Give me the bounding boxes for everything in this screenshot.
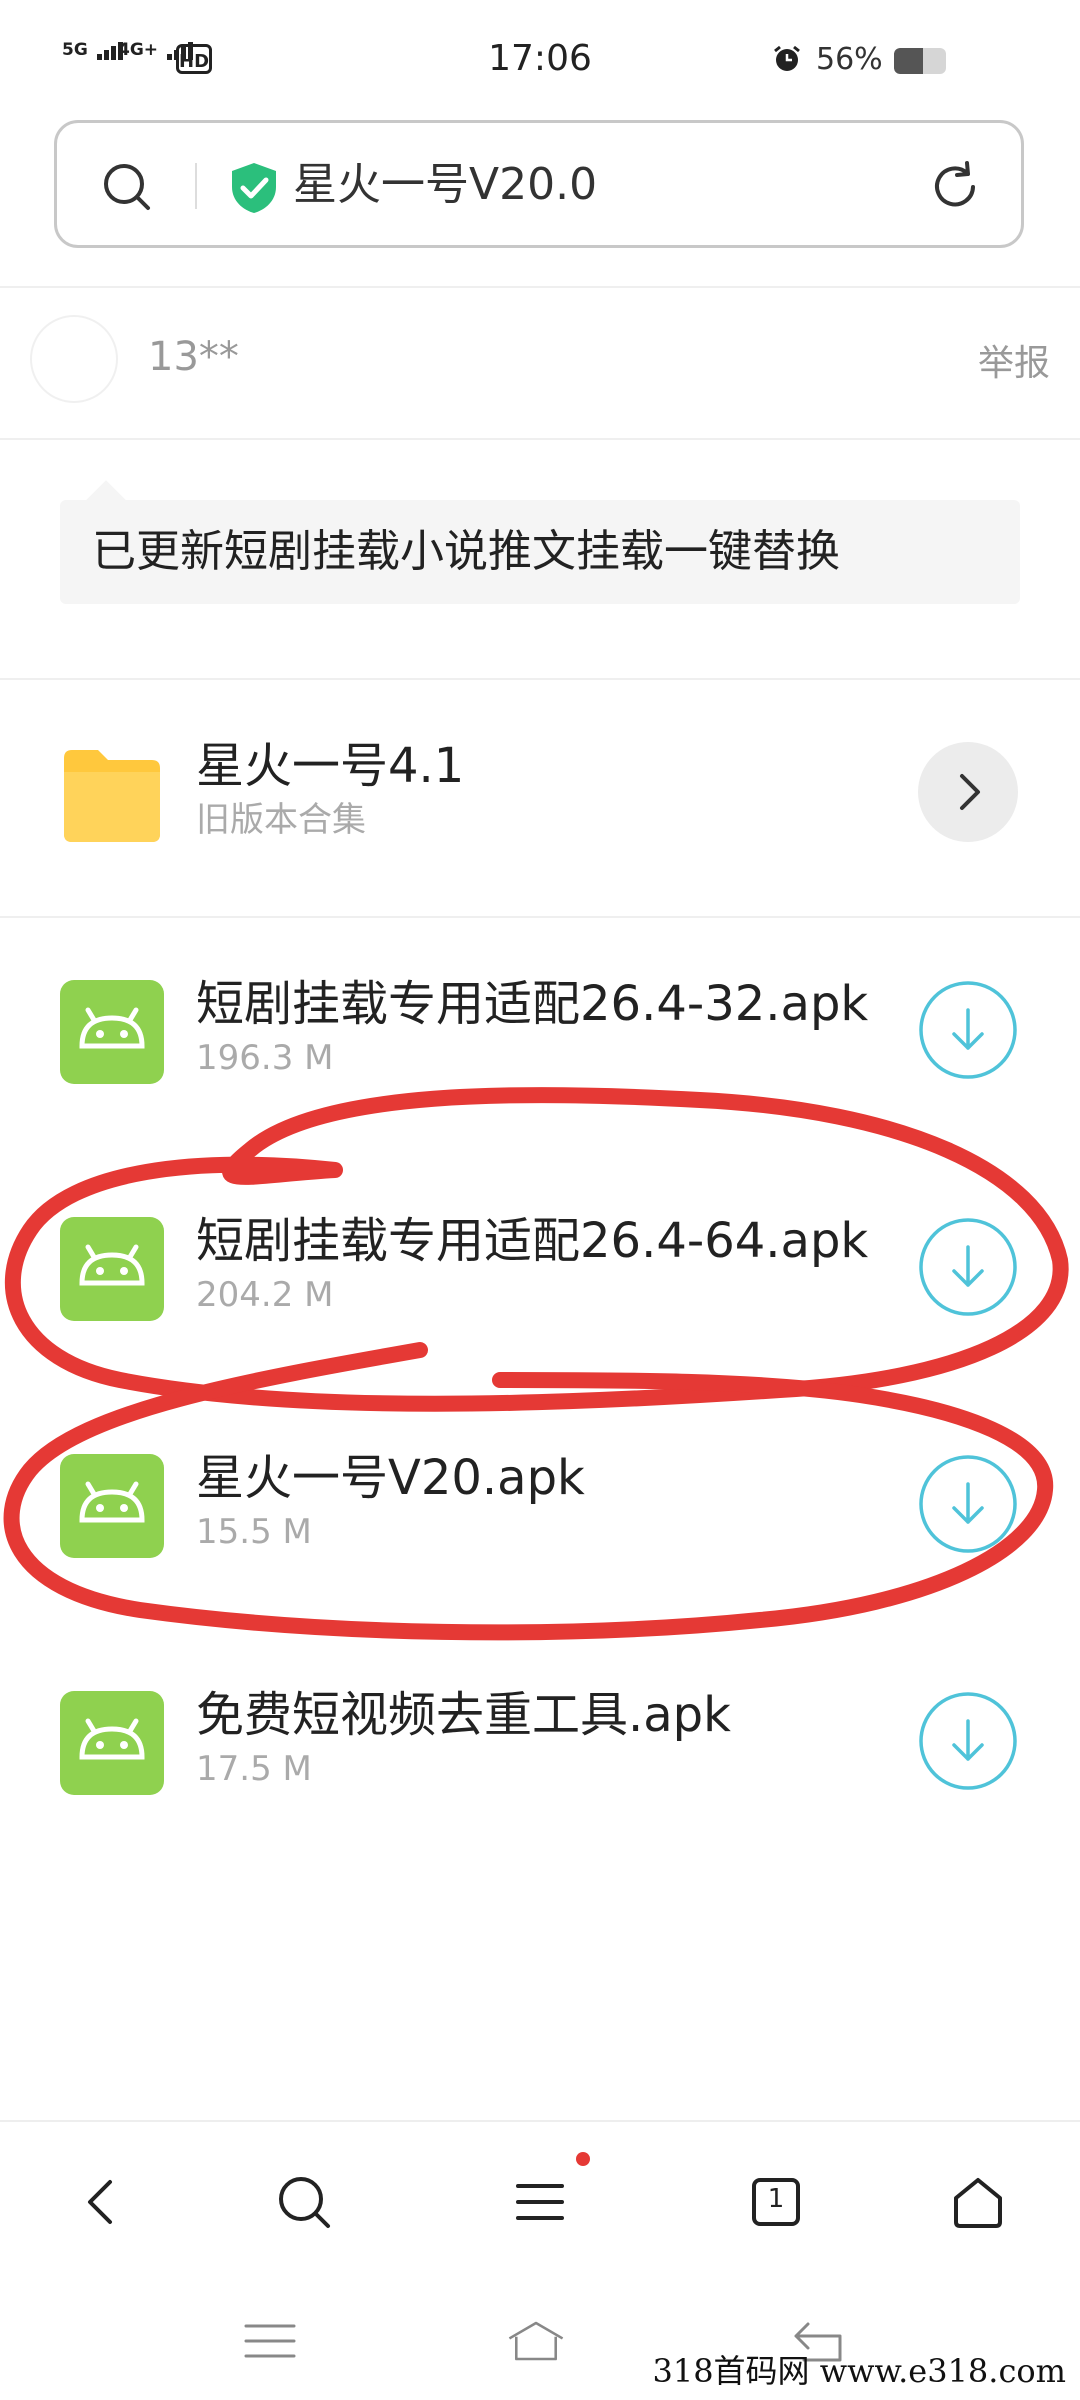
folder-icon	[64, 750, 160, 842]
back-icon[interactable]	[68, 2168, 136, 2236]
search-divider	[195, 163, 197, 209]
file-size: 196.3 M	[196, 1038, 334, 1078]
file-name: 星火一号4.1	[196, 738, 465, 794]
file-row[interactable]: 免费短视频去重工具.apk 17.5 M	[0, 1631, 1080, 1861]
download-icon[interactable]	[918, 1217, 1018, 1317]
divider	[0, 916, 1080, 918]
note-tail	[86, 480, 126, 520]
folder-row[interactable]: 星火一号4.1 旧版本合集	[0, 682, 1080, 912]
android-icon	[60, 980, 164, 1084]
file-name: 短剧挂载专用适配26.4-32.apk	[196, 976, 869, 1032]
search-icon[interactable]	[270, 2168, 338, 2236]
username[interactable]: 13**	[148, 334, 239, 380]
alarm-icon	[774, 45, 800, 71]
battery-percent: 56%	[816, 42, 883, 77]
file-row[interactable]: 短剧挂载专用适配26.4-32.apk 196.3 M	[0, 920, 1080, 1150]
android-icon	[60, 1454, 164, 1558]
file-name: 免费短视频去重工具.apk	[196, 1687, 731, 1743]
refresh-icon[interactable]	[927, 159, 983, 215]
download-icon[interactable]	[918, 980, 1018, 1080]
android-icon	[60, 1691, 164, 1795]
divider	[0, 678, 1080, 680]
chevron-right-icon[interactable]	[918, 742, 1018, 842]
tab-count: 1	[767, 2184, 785, 2214]
file-subtitle: 旧版本合集	[196, 800, 366, 840]
browser-toolbar: 1	[0, 2120, 1080, 2282]
report-link[interactable]: 举报	[978, 334, 1050, 386]
secure-shield-icon	[232, 163, 276, 213]
avatar[interactable]	[30, 315, 118, 403]
download-icon[interactable]	[918, 1454, 1018, 1554]
menu-icon[interactable]	[506, 2168, 574, 2236]
file-name: 短剧挂载专用适配26.4-64.apk	[196, 1213, 869, 1269]
share-note: 已更新短剧挂载小说推文挂载一键替换	[60, 480, 1020, 604]
address-text[interactable]: 星火一号V20.0	[293, 157, 597, 213]
file-size: 17.5 M	[196, 1749, 312, 1789]
android-icon	[60, 1217, 164, 1321]
file-row[interactable]: 星火一号V20.apk 15.5 M	[0, 1394, 1080, 1624]
recent-apps-icon[interactable]	[240, 2316, 300, 2366]
file-name: 星火一号V20.apk	[196, 1450, 585, 1506]
address-bar[interactable]: 星火一号V20.0	[54, 120, 1024, 248]
battery-icon	[894, 48, 946, 74]
notification-dot	[576, 2152, 590, 2166]
note-text: 已更新短剧挂载小说推文挂载一键替换	[92, 526, 840, 577]
file-row[interactable]: 短剧挂载专用适配26.4-64.apk 204.2 M	[0, 1157, 1080, 1387]
nav-home-icon[interactable]	[506, 2316, 566, 2366]
file-size: 204.2 M	[196, 1275, 334, 1315]
search-icon[interactable]	[101, 161, 153, 213]
watermark: 318首码网 www.e318.com	[652, 2352, 1066, 2390]
divider	[0, 438, 1080, 440]
divider	[0, 286, 1080, 288]
download-icon[interactable]	[918, 1691, 1018, 1791]
file-size: 15.5 M	[196, 1512, 312, 1552]
home-icon[interactable]	[944, 2168, 1012, 2236]
status-bar: 5G 4G+ HD 17:06 56%	[0, 0, 1080, 120]
tabs-button[interactable]: 1	[742, 2168, 810, 2236]
